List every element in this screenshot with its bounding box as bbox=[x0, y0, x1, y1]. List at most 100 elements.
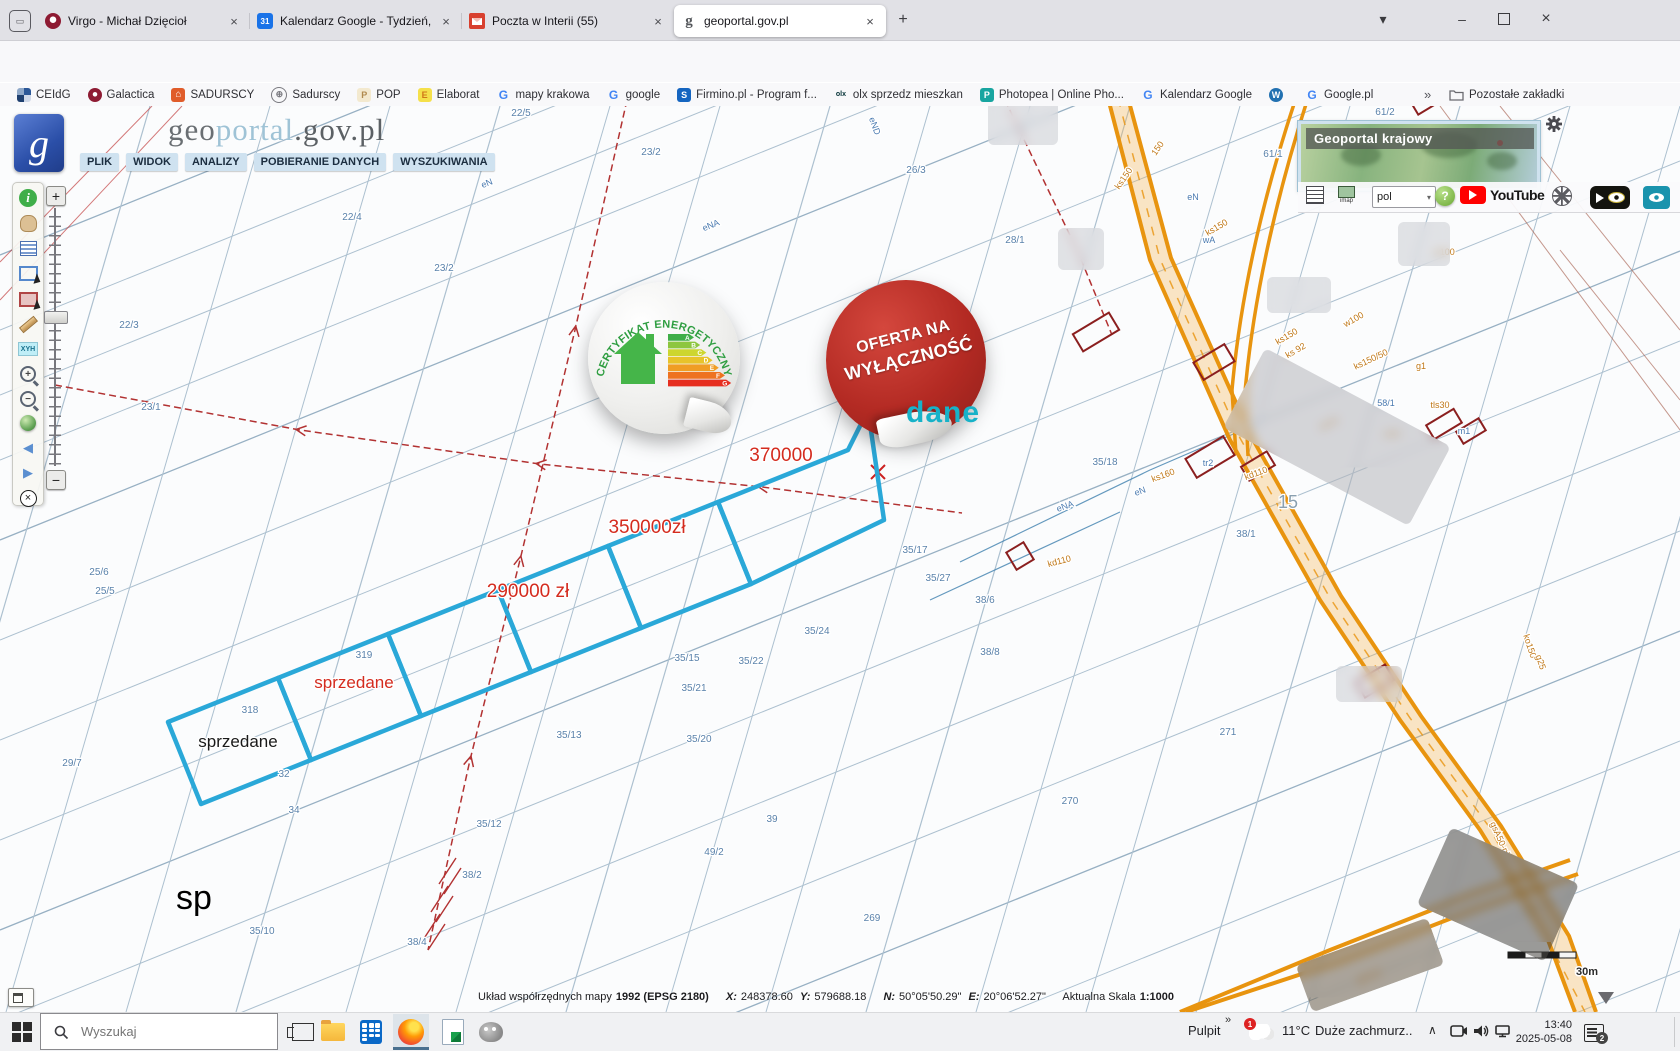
parcel-label: 22/3 bbox=[119, 320, 139, 331]
tab-close-icon[interactable]: × bbox=[225, 14, 243, 29]
zoom-slider-plus-button[interactable]: + bbox=[46, 186, 66, 206]
offer-plot-outline bbox=[278, 634, 421, 760]
zoom-in-icon[interactable]: + bbox=[17, 363, 39, 385]
firmino-favicon: S bbox=[677, 88, 691, 102]
start-button[interactable] bbox=[12, 1022, 32, 1042]
toolbar-chevron[interactable]: » bbox=[1225, 1014, 1231, 1026]
weather-desc[interactable]: Duże zachmurz... bbox=[1315, 1023, 1413, 1038]
parcel-label: 270 bbox=[1062, 796, 1079, 807]
parcel-label: 26/3 bbox=[906, 165, 926, 176]
menu-pobieranie-danych[interactable]: POBIERANIE DANYCH bbox=[254, 153, 387, 171]
visibility-toggle-button[interactable] bbox=[1643, 186, 1670, 209]
meet-now-icon[interactable] bbox=[1450, 1023, 1468, 1039]
select-area-icon[interactable] bbox=[17, 262, 39, 284]
bookmark-item[interactable]: olxolx sprzedz mieszkan bbox=[834, 88, 963, 102]
window-close-button[interactable]: × bbox=[1529, 6, 1563, 32]
help-button[interactable]: ? bbox=[1435, 186, 1455, 206]
window-minimize-button[interactable]: – bbox=[1445, 6, 1479, 32]
tab-poczta[interactable]: Poczta w Interii (55)× bbox=[462, 5, 674, 37]
folder-icon bbox=[1449, 88, 1464, 101]
tray-chevron-icon[interactable]: ∧ bbox=[1428, 1023, 1437, 1037]
tab-close-icon[interactable]: × bbox=[861, 14, 879, 29]
libreoffice-calc-button[interactable] bbox=[436, 1018, 470, 1046]
parcel-label: 38/6 bbox=[975, 595, 995, 606]
bookmark-item[interactable]: CEIdG bbox=[17, 88, 71, 102]
pan-icon[interactable] bbox=[17, 212, 39, 234]
legend-icon[interactable] bbox=[17, 237, 39, 259]
menu-analizy[interactable]: ANALIZY bbox=[185, 153, 247, 171]
next-view-icon[interactable]: ▶ bbox=[17, 462, 39, 484]
bookmark-item[interactable]: PPOP bbox=[357, 88, 400, 102]
svg-text:B: B bbox=[691, 342, 696, 349]
desktop-toolbar[interactable]: Pulpit bbox=[1188, 1023, 1221, 1038]
previous-view-icon[interactable]: ◀ bbox=[17, 437, 39, 459]
bookmarks-overflow-icon[interactable]: » bbox=[1424, 87, 1431, 102]
volume-icon[interactable] bbox=[1472, 1023, 1490, 1039]
zoom-slider-handle[interactable] bbox=[44, 311, 68, 324]
tab-virgo[interactable]: Virgo - Michał Dzięcioł× bbox=[38, 5, 250, 37]
zoom-out-icon[interactable]: − bbox=[17, 388, 39, 410]
bookmark-item[interactable]: Ggoogle bbox=[607, 88, 661, 102]
parcel-label: 38/4 bbox=[407, 937, 427, 948]
photopea-favicon: P bbox=[980, 88, 994, 102]
gear-icon[interactable] bbox=[1544, 114, 1564, 134]
bookmark-item[interactable]: ⊕Sadurscy bbox=[271, 87, 340, 103]
blur-patch bbox=[1336, 666, 1402, 702]
presentation-toggle-button[interactable] bbox=[1590, 186, 1630, 209]
zoom-slider-minus-button[interactable]: − bbox=[46, 470, 66, 490]
action-center-icon[interactable]: 2 bbox=[1584, 1024, 1604, 1042]
clear-selection-icon[interactable] bbox=[17, 288, 39, 310]
bookmark-item[interactable]: SFirmino.pl - Program f... bbox=[677, 88, 817, 102]
bookmark-item[interactable]: GKalendarz Google bbox=[1141, 88, 1252, 102]
taskbar-search-input[interactable] bbox=[79, 1023, 263, 1040]
firefox-button[interactable] bbox=[394, 1018, 428, 1046]
measure-icon[interactable] bbox=[17, 313, 39, 335]
language-select[interactable]: pol▾ bbox=[1372, 186, 1436, 208]
overview-minimap[interactable]: Geoportal krajowy bbox=[1298, 121, 1540, 191]
grid-icon[interactable] bbox=[1306, 186, 1324, 204]
geoportal-logo[interactable]: g bbox=[14, 114, 64, 172]
accessibility-wheel-icon[interactable] bbox=[1552, 186, 1572, 206]
utility-label: tls30 bbox=[1430, 400, 1449, 410]
bookmark-item[interactable]: W bbox=[1269, 88, 1288, 102]
full-extent-icon[interactable] bbox=[17, 412, 39, 434]
firefox-view-icon[interactable]: ▭ bbox=[9, 10, 31, 32]
bookmark-item[interactable]: EElaborat bbox=[418, 88, 480, 102]
tab-calendar[interactable]: 31Kalendarz Google - Tydzień, w I× bbox=[250, 5, 462, 37]
window-maximize-button[interactable] bbox=[1487, 6, 1521, 32]
utility-label: eND bbox=[867, 116, 883, 137]
tab-close-icon[interactable]: × bbox=[437, 14, 455, 29]
taskbar-search[interactable] bbox=[40, 1013, 278, 1050]
file-explorer-button[interactable] bbox=[316, 1018, 350, 1046]
price-label: 350000zł bbox=[608, 517, 686, 538]
gimp-button[interactable] bbox=[474, 1018, 508, 1046]
other-bookmarks-button[interactable]: Pozostałe zakładki bbox=[1449, 88, 1564, 101]
menu-plik[interactable]: PLIK bbox=[80, 153, 119, 171]
bookmark-item[interactable]: PPhotopea | Online Pho... bbox=[980, 88, 1124, 102]
xyh-icon[interactable]: XYH bbox=[17, 338, 39, 360]
menu-widok[interactable]: WIDOK bbox=[126, 153, 178, 171]
taskbar-clock[interactable]: 13:402025-05-08 bbox=[1506, 1018, 1572, 1046]
youtube-link[interactable]: YouTube bbox=[1460, 186, 1544, 204]
menu-wyszukiwania[interactable]: WYSZUKIWANIA bbox=[393, 153, 494, 171]
weather-icon[interactable]: 1 bbox=[1248, 1024, 1274, 1040]
bookmark-item[interactable]: GGoogle.pl bbox=[1305, 88, 1373, 102]
parcel-label: 39 bbox=[766, 814, 778, 825]
tab-geoportal[interactable]: ggeoportal.gov.pl× bbox=[674, 5, 886, 37]
weather-temp[interactable]: 11°C bbox=[1282, 1023, 1310, 1038]
bookmark-item[interactable]: Gmapy krakowa bbox=[496, 88, 589, 102]
show-desktop-button[interactable] bbox=[1674, 1017, 1675, 1047]
task-view-button[interactable] bbox=[286, 1018, 320, 1046]
close-icon[interactable]: × bbox=[17, 487, 39, 509]
info-icon[interactable]: i bbox=[17, 187, 39, 209]
bookmark-item[interactable]: Galactica bbox=[88, 88, 155, 102]
tab-close-icon[interactable]: × bbox=[649, 14, 667, 29]
list-all-tabs-icon[interactable]: ▾ bbox=[1366, 6, 1400, 32]
overlay-text: sp bbox=[176, 879, 212, 918]
bookmark-label: SADURSCY bbox=[190, 89, 254, 101]
imap-icon[interactable]: imap bbox=[1338, 186, 1355, 204]
map-corner-button[interactable] bbox=[8, 988, 34, 1007]
bookmark-item[interactable]: ⌂SADURSCY bbox=[171, 88, 254, 102]
calculator-button[interactable] bbox=[354, 1018, 388, 1046]
new-tab-button[interactable]: + bbox=[890, 8, 916, 32]
